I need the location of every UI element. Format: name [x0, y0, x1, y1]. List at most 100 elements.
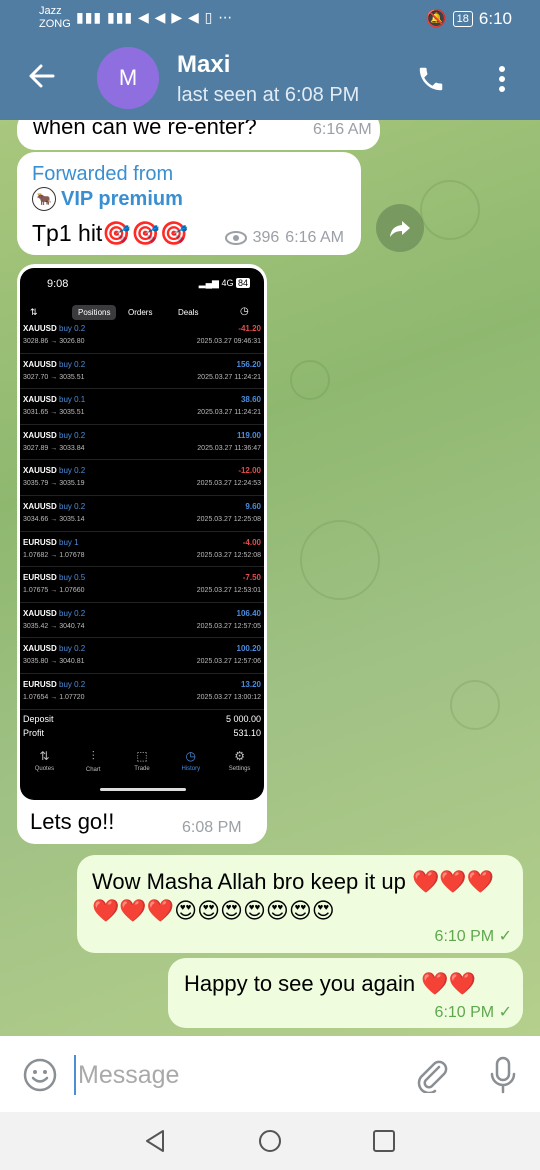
avatar[interactable]: M [97, 47, 159, 109]
message-composer [0, 1036, 540, 1112]
microphone-icon[interactable] [490, 1056, 516, 1094]
battery-icon: 18 [452, 11, 473, 27]
share-button[interactable] [376, 204, 424, 252]
trade-row: XAUUSD buy 0.1 3031.65 → 3035.51 38.60 2025… [20, 389, 264, 425]
nav-chart: ⫶ Chart [69, 743, 118, 783]
trading-screenshot[interactable]: 9:08 ▂▄▆ 4G 84 ⇅ Positions Orders Deals … [20, 268, 264, 800]
trade-prices: 3034.66 → 3035.14 [23, 515, 85, 523]
forwarded-channel[interactable]: 🐂 VIP premium [32, 187, 183, 211]
trade-profit: 100.20 [236, 644, 261, 654]
read-check-icon: ✓ [498, 928, 512, 945]
trade-datetime: 2025.03.27 12:57:06 [196, 658, 261, 666]
trade-profit: 156.20 [236, 359, 261, 369]
profit-label: Profit [23, 728, 45, 738]
trade-prices: 1.07654 → 1.07720 [23, 693, 85, 701]
trade-row: XAUUSD buy 0.2 3035.80 → 3040.81 100.20 202… [20, 638, 264, 674]
trade-prices: 3035.42 → 3040.74 [23, 622, 85, 630]
trade-prices: 1.07682 → 1.07678 [23, 551, 85, 559]
nav-home-icon[interactable] [258, 1129, 282, 1153]
trade-datetime: 2025.03.27 12:57:05 [196, 622, 261, 630]
phone-call-icon[interactable] [416, 64, 446, 94]
read-check-icon: ✓ [498, 1004, 512, 1021]
wallpaper-doodle [450, 680, 500, 730]
nav-recents-icon[interactable] [373, 1130, 395, 1152]
trade-prices: 3028.86 → 3026.80 [23, 338, 85, 345]
phone-network: 4G [221, 278, 234, 288]
trade-prices: 3035.80 → 3040.81 [23, 658, 85, 666]
trade-row: EURUSD buy 0.2 1.07654 → 1.07720 13.20 2025… [20, 674, 264, 710]
trade-prices: 3027.70 → 3035.51 [23, 373, 85, 381]
trade-profit: 38.60 [240, 395, 261, 405]
trade-side: buy 1 [59, 537, 79, 547]
history-icon: ◷ [185, 749, 197, 763]
nav-back-icon[interactable] [143, 1129, 167, 1153]
trade-icon: ⬚ [136, 749, 148, 763]
phone-home-indicator [100, 788, 186, 791]
incoming-message[interactable]: when can we re-enter? 6:16 AM [17, 120, 380, 150]
trade-profit: -4.00 [242, 537, 261, 547]
nav-quotes: ⇅ Quotes [20, 743, 69, 783]
message-text: when can we re-enter? [33, 120, 257, 139]
emoji-icon[interactable] [23, 1058, 57, 1092]
trade-symbol: XAUUSD buy 0.2 [23, 359, 86, 369]
nav-label: Chart [85, 767, 101, 773]
message-time: 6:10 PM [434, 1004, 495, 1021]
trade-datetime: 2025.03.27 11:24:21 [197, 373, 261, 381]
trade-symbol: XAUUSD buy 0.2 [23, 324, 86, 333]
more-menu-icon[interactable] [495, 64, 509, 94]
deposit-label: Deposit [23, 714, 54, 724]
message-meta: 6:10 PM ✓ [435, 926, 512, 946]
forwarded-message[interactable]: Forwarded from 🐂 VIP premium Tp1 hit🎯🎯🎯 … [17, 152, 361, 255]
profit-value: 531.10 [233, 728, 261, 738]
trade-side: buy 0.2 [59, 501, 86, 511]
trade-datetime: 2025.03.27 12:24:53 [196, 480, 261, 488]
nav-settings: ⚙ Settings [215, 743, 264, 783]
trade-symbol: XAUUSD buy 0.2 [23, 644, 86, 654]
chat-title[interactable]: Maxi [177, 51, 230, 79]
view-count: 396 [252, 229, 280, 246]
message-time: 6:08 PM [182, 819, 242, 836]
outgoing-message[interactable]: Happy to see you again ❤️❤️ 6:10 PM ✓ [168, 958, 523, 1028]
trade-symbol: EURUSD buy 1 [23, 537, 79, 547]
wallpaper-doodle [290, 360, 330, 400]
trade-side: buy 0.2 [59, 679, 86, 689]
status-bar: Jazz ZONG ▮▮▮ ▮▮▮ ◀ ◀ ▶ ◀ ▯ ⋯ 🔕 18 6:10 [0, 0, 540, 38]
clock: 6:10 [478, 9, 512, 28]
carrier-label: Jazz ZONG [39, 5, 71, 31]
chat-area[interactable]: when can we re-enter? 6:16 AM Forwarded … [0, 120, 540, 1036]
trade-side: buy 0.5 [59, 573, 86, 583]
image-message[interactable]: 9:08 ▂▄▆ 4G 84 ⇅ Positions Orders Deals … [17, 264, 267, 844]
trade-profit: -12.00 [238, 466, 261, 476]
image-caption: Lets go!! [30, 809, 115, 834]
trade-profit: -41.20 [238, 324, 261, 333]
trade-profit: 9.60 [245, 501, 261, 511]
carrier-line-2: ZONG [39, 18, 71, 30]
status-right: 🔕 18 6:10 [425, 9, 512, 29]
trade-datetime: 2025.03.27 13:00:12 [196, 693, 261, 701]
trade-datetime: 2025.03.27 11:24:21 [197, 409, 261, 417]
message-text: Tp1 hit🎯🎯🎯 [32, 220, 189, 246]
trade-row: EURUSD buy 0.5 1.07675 → 1.07660 -7.50 2025… [20, 567, 264, 603]
trade-list: XAUUSD buy 0.2 3028.86 → 3026.80 -41.20 202… [20, 318, 264, 710]
paperclip-icon[interactable] [415, 1057, 449, 1093]
chart-icon: ⫶ [91, 749, 95, 763]
message-text: Happy to see you again ❤️❤️ [184, 971, 477, 996]
outgoing-message[interactable]: Wow Masha Allah bro keep it up ❤️❤️❤️❤️❤… [77, 855, 523, 953]
deposit-value: 5 000.00 [225, 714, 261, 724]
trade-row: XAUUSD buy 0.2 3027.70 → 3035.51 156.20 202… [20, 354, 264, 390]
profit-row: Profit 531.10 [23, 728, 261, 738]
trade-side: buy 0.2 [59, 359, 86, 369]
sort-icon: ⇅ [30, 307, 38, 317]
chat-header: M Maxi last seen at 6:08 PM [0, 38, 540, 120]
back-arrow-icon[interactable] [28, 62, 56, 90]
trade-row: XAUUSD buy 0.2 3034.66 → 3035.14 9.60 2025.… [20, 496, 264, 532]
trade-symbol: XAUUSD buy 0.1 [23, 395, 86, 405]
wallpaper-doodle [420, 180, 480, 240]
trade-row: XAUUSD buy 0.2 3035.42 → 3040.74 106.40 202… [20, 603, 264, 639]
quotes-icon: ⇅ [39, 749, 50, 763]
message-input[interactable] [74, 1055, 404, 1095]
trade-datetime: 2025.03.27 12:52:08 [196, 551, 261, 559]
channel-name[interactable]: VIP premium [61, 188, 183, 211]
wallpaper-doodle [300, 520, 380, 600]
phone-battery: 84 [235, 278, 250, 288]
